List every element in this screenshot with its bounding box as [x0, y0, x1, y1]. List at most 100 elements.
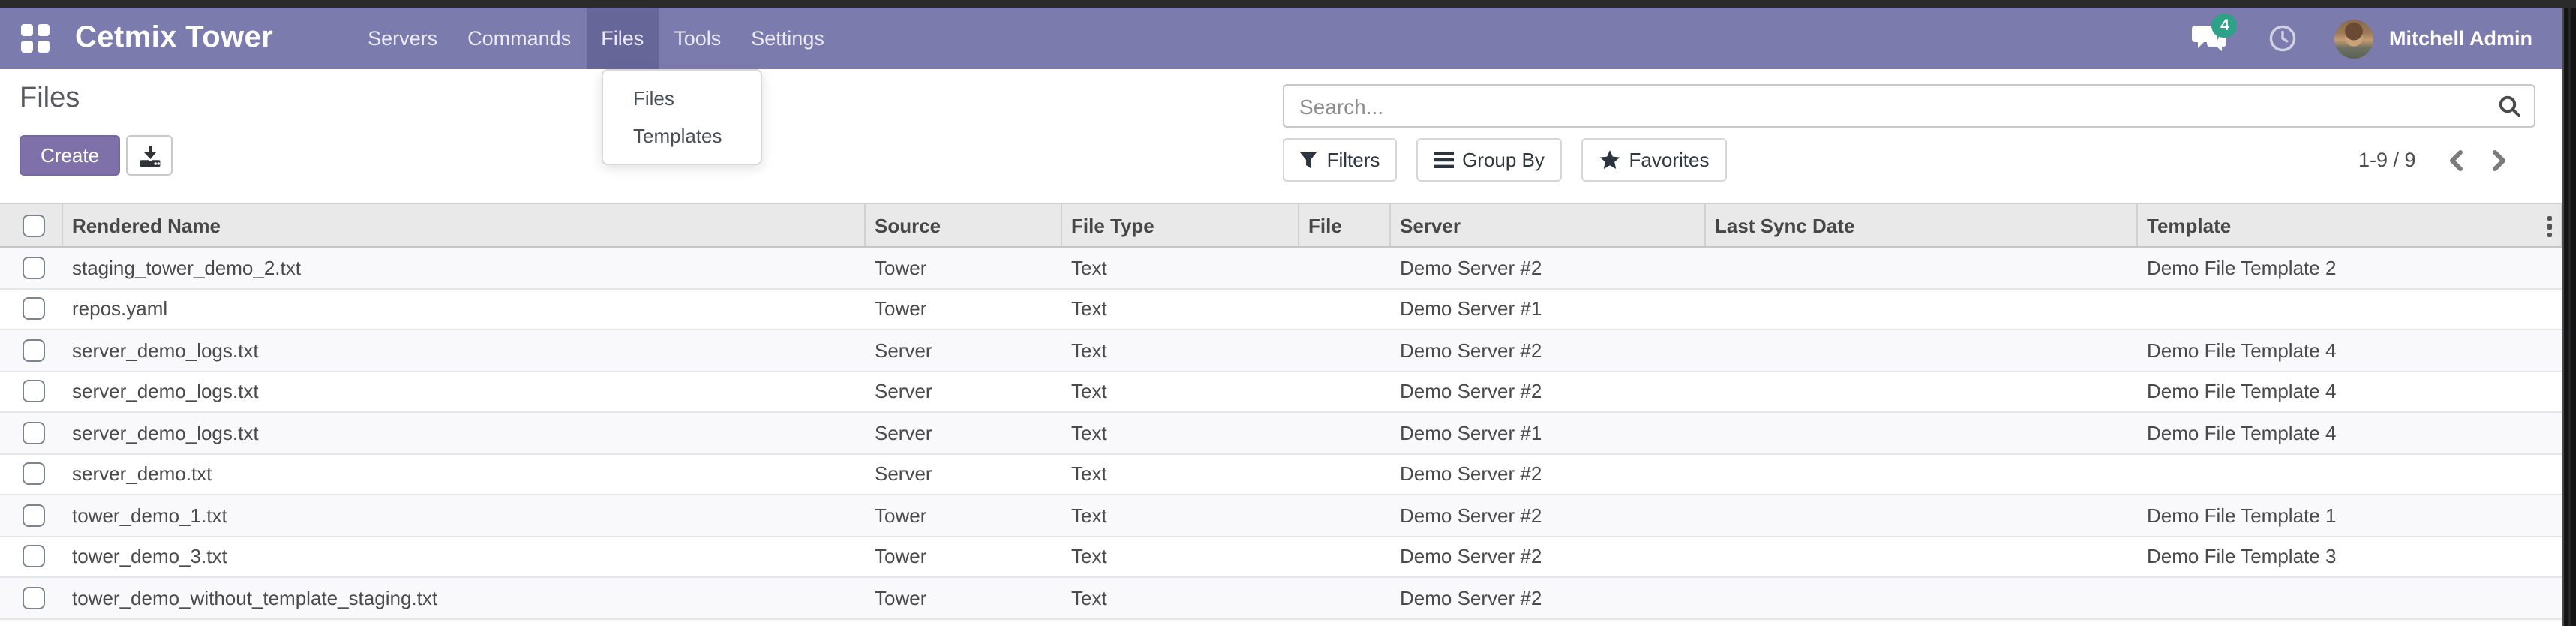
chevron-right-icon	[2491, 149, 2509, 170]
cell-rendered-name: server_demo.txt	[63, 454, 866, 494]
table-body: staging_tower_demo_2.txtTowerTextDemo Se…	[0, 248, 2562, 619]
row-checkbox[interactable]	[23, 381, 45, 403]
cell-server: Demo Server #2	[1391, 372, 1706, 411]
group-by-label: Group By	[1462, 149, 1545, 171]
table-row[interactable]: server_demo_logs.txtServerTextDemo Serve…	[0, 413, 2562, 454]
row-checkbox[interactable]	[23, 298, 45, 321]
filters-button[interactable]: Filters	[1283, 138, 1397, 182]
favorites-star-icon	[1599, 150, 1620, 170]
messages-icon[interactable]: 4	[2193, 23, 2229, 53]
cell-template: Demo File Template 1	[2138, 495, 2562, 535]
activity-clock-icon[interactable]	[2269, 24, 2298, 53]
cell-file	[1299, 454, 1391, 494]
column-header-rendered-name[interactable]: Rendered Name	[63, 204, 866, 246]
row-checkbox[interactable]	[23, 587, 45, 609]
column-header-file-type[interactable]: File Type	[1062, 204, 1299, 246]
export-download-button[interactable]	[126, 135, 173, 176]
dropdown-item-templates[interactable]: Templates	[603, 117, 761, 155]
navbar-item-tools[interactable]: Tools	[659, 8, 736, 69]
cell-last-sync-date	[1706, 248, 2138, 287]
page-title: Files	[20, 83, 80, 116]
column-header-template[interactable]: Template	[2138, 204, 2562, 246]
download-icon	[137, 143, 161, 167]
apps-grid-icon[interactable]	[21, 24, 50, 53]
cell-rendered-name: staging_tower_demo_2.txt	[63, 248, 866, 287]
cell-file	[1299, 413, 1391, 453]
cell-source: Tower	[866, 248, 1062, 287]
table-row[interactable]: tower_demo_1.txtTowerTextDemo Server #2D…	[0, 495, 2562, 537]
navbar-item-servers[interactable]: Servers	[353, 8, 452, 69]
cell-source: Tower	[866, 578, 1062, 618]
filters-label: Filters	[1327, 149, 1380, 171]
cell-rendered-name: repos.yaml	[63, 289, 866, 329]
messages-count-badge: 4	[2212, 13, 2238, 37]
select-all-checkbox[interactable]	[23, 214, 45, 236]
files-list-table: Rendered NameSourceFile TypeFileServerLa…	[0, 203, 2562, 619]
row-checkbox-cell	[0, 495, 63, 535]
cell-last-sync-date	[1706, 330, 2138, 370]
row-checkbox[interactable]	[23, 463, 45, 486]
cell-last-sync-date	[1706, 537, 2138, 576]
table-row[interactable]: repos.yamlTowerTextDemo Server #1	[0, 289, 2562, 330]
cell-template: Demo File Template 4	[2138, 372, 2562, 411]
row-checkbox[interactable]	[23, 504, 45, 527]
navbar-item-files[interactable]: Files	[586, 8, 659, 69]
cell-template: Demo File Template 2	[2138, 248, 2562, 287]
navbar-right: 4 Mitchell Admin	[2193, 8, 2532, 69]
pager-next-button[interactable]	[2491, 149, 2509, 170]
cell-file	[1299, 372, 1391, 411]
cell-last-sync-date	[1706, 495, 2138, 535]
row-checkbox[interactable]	[23, 422, 45, 444]
navbar-item-commands[interactable]: Commands	[452, 8, 586, 69]
cell-source: Tower	[866, 537, 1062, 576]
table-row[interactable]: staging_tower_demo_2.txtTowerTextDemo Se…	[0, 248, 2562, 289]
cell-template	[2138, 454, 2562, 494]
table-row[interactable]: server_demo_logs.txtServerTextDemo Serve…	[0, 330, 2562, 372]
cell-file	[1299, 330, 1391, 370]
table-row[interactable]: tower_demo_3.txtTowerTextDemo Server #2D…	[0, 537, 2562, 578]
optional-columns-icon[interactable]	[2547, 204, 2552, 249]
cell-server: Demo Server #2	[1391, 495, 1706, 535]
column-header-file[interactable]: File	[1299, 204, 1391, 246]
cell-server: Demo Server #2	[1391, 537, 1706, 576]
cell-file	[1299, 495, 1391, 535]
user-name[interactable]: Mitchell Admin	[2389, 27, 2532, 50]
group-by-button[interactable]: Group By	[1416, 138, 1562, 182]
favorites-label: Favorites	[1629, 149, 1710, 171]
column-header-server[interactable]: Server	[1391, 204, 1706, 246]
row-checkbox-cell	[0, 248, 63, 287]
row-checkbox[interactable]	[23, 546, 45, 568]
table-row[interactable]: server_demo.txtServerTextDemo Server #2	[0, 454, 2562, 495]
navbar-item-settings[interactable]: Settings	[736, 8, 839, 69]
column-header-last-sync-date[interactable]: Last Sync Date	[1706, 204, 2138, 246]
user-avatar[interactable]	[2335, 19, 2374, 58]
cell-server: Demo Server #1	[1391, 289, 1706, 329]
row-checkbox[interactable]	[23, 339, 45, 362]
table-row[interactable]: tower_demo_without_template_staging.txtT…	[0, 578, 2562, 619]
cell-source: Server	[866, 454, 1062, 494]
cell-template	[2138, 578, 2562, 618]
cell-rendered-name: server_demo_logs.txt	[63, 413, 866, 453]
row-checkbox-cell	[0, 578, 63, 618]
group-by-bars-icon	[1434, 152, 1453, 168]
cell-template: Demo File Template 3	[2138, 537, 2562, 576]
cell-server: Demo Server #2	[1391, 330, 1706, 370]
brand-title[interactable]: Cetmix Tower	[75, 21, 273, 56]
cell-file-type: Text	[1062, 454, 1299, 494]
cell-file	[1299, 537, 1391, 576]
cell-source: Server	[866, 413, 1062, 453]
table-row[interactable]: server_demo_logs.txtServerTextDemo Serve…	[0, 372, 2562, 413]
cell-rendered-name: tower_demo_1.txt	[63, 495, 866, 535]
dropdown-item-files[interactable]: Files	[603, 80, 761, 117]
search-icon[interactable]	[2498, 95, 2522, 119]
favorites-button[interactable]: Favorites	[1581, 138, 1727, 182]
cell-file-type: Text	[1062, 289, 1299, 329]
pager-previous-button[interactable]	[2448, 149, 2466, 170]
column-header-source[interactable]: Source	[866, 204, 1062, 246]
row-checkbox-cell	[0, 454, 63, 494]
search-input[interactable]	[1283, 84, 2535, 128]
row-checkbox[interactable]	[23, 257, 45, 279]
cell-last-sync-date	[1706, 289, 2138, 329]
cell-last-sync-date	[1706, 578, 2138, 618]
create-button[interactable]: Create	[20, 135, 120, 176]
